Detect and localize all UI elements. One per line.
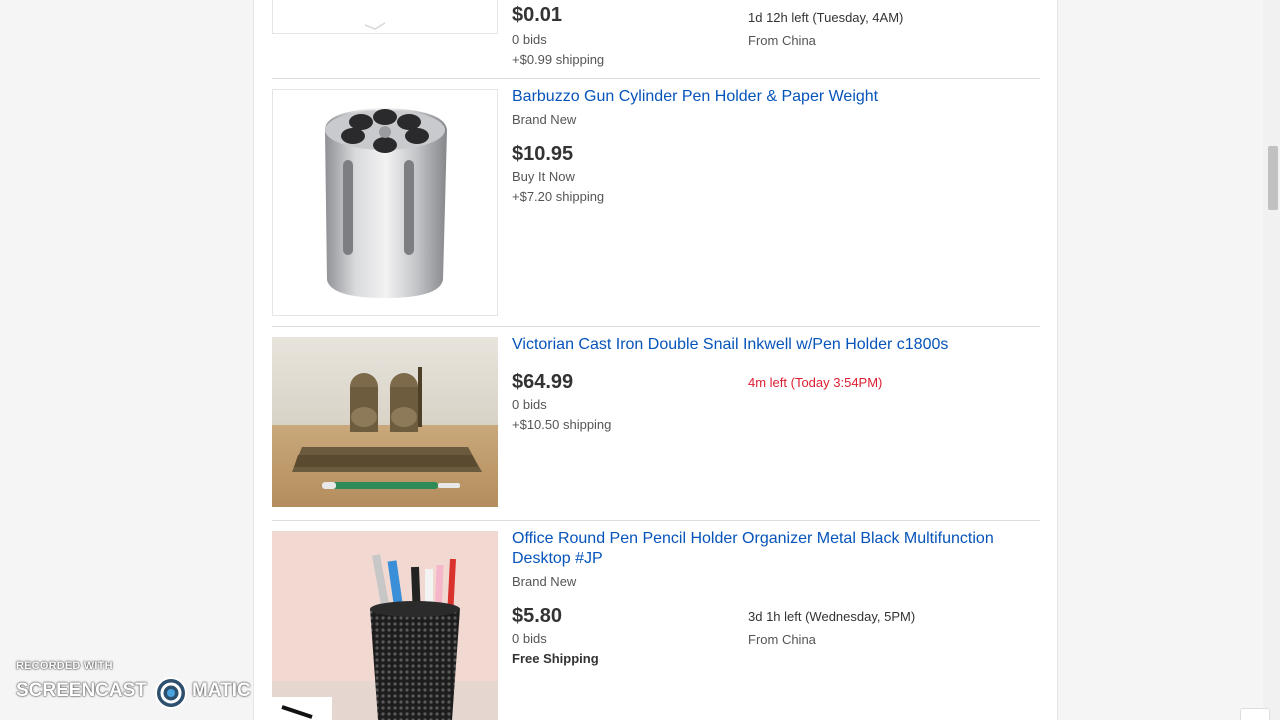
item-format: Buy It Now xyxy=(512,169,575,184)
screencast-watermark: RECORDED WITH SCREENCAST MATIC xyxy=(16,660,251,716)
list-item: $0.01 0 bids +$0.99 shipping 1d 12h left… xyxy=(272,0,1040,80)
item-title-link[interactable]: Barbuzzo Gun Cylinder Pen Holder & Paper… xyxy=(512,87,1012,107)
watermark-recorded-with: RECORDED WITH xyxy=(16,660,113,672)
watermark-screencast: SCREENCAST xyxy=(16,680,147,701)
item-image[interactable] xyxy=(272,89,498,316)
back-to-top-button[interactable] xyxy=(1240,708,1270,720)
item-condition: Brand New xyxy=(512,574,577,589)
watermark-matic: MATIC xyxy=(192,680,251,701)
item-time-left: 3d 1h left (Wednesday, 5PM) xyxy=(748,609,916,624)
item-price: $5.80 xyxy=(512,605,563,627)
item-bids: 0 bids xyxy=(512,631,547,646)
item-image[interactable] xyxy=(272,337,498,507)
list-item: Office Round Pen Pencil Holder Organizer… xyxy=(272,529,1040,720)
list-item: Victorian Cast Iron Double Snail Inkwell… xyxy=(272,335,1040,521)
item-price: $0.01 xyxy=(512,4,563,26)
item-shipping: Free Shipping xyxy=(512,651,599,666)
item-time-left: 1d 12h left (Tuesday, 4AM) xyxy=(748,10,904,25)
search-results-list: $0.01 0 bids +$0.99 shipping 1d 12h left… xyxy=(253,0,1058,720)
item-bids: 0 bids xyxy=(512,32,547,47)
gun-cylinder-pen-holder-image xyxy=(273,90,497,315)
item-condition: Brand New xyxy=(512,112,577,127)
item-divider xyxy=(272,326,1040,327)
item-shipping: +$0.99 shipping xyxy=(512,52,605,67)
item-time-left: 4m left (Today 3:54PM) xyxy=(748,375,883,390)
item-location: From China xyxy=(748,33,816,48)
page: $0.01 0 bids +$0.99 shipping 1d 12h left… xyxy=(0,0,1280,720)
item-image[interactable] xyxy=(272,0,498,34)
item-shipping: +$7.20 shipping xyxy=(512,189,605,204)
item-divider xyxy=(272,520,1040,521)
item-bids: 0 bids xyxy=(512,397,547,412)
item-price: $64.99 xyxy=(512,371,574,393)
item-divider xyxy=(272,78,1040,79)
scrollbar-thumb[interactable] xyxy=(1268,146,1278,210)
item-price: $10.95 xyxy=(512,143,574,165)
list-item: Barbuzzo Gun Cylinder Pen Holder & Paper… xyxy=(272,87,1040,327)
page-scrollbar[interactable] xyxy=(1263,0,1280,720)
item-thumbnail-graphic xyxy=(273,0,497,33)
item-image[interactable] xyxy=(272,531,498,720)
screencast-logo-icon xyxy=(155,677,187,709)
pencil-holder-image xyxy=(272,531,498,720)
item-title-link[interactable]: Victorian Cast Iron Double Snail Inkwell… xyxy=(512,335,1012,355)
snail-inkwell-image xyxy=(272,337,498,507)
item-title-link[interactable]: Office Round Pen Pencil Holder Organizer… xyxy=(512,529,1012,569)
item-shipping: +$10.50 shipping xyxy=(512,417,612,432)
item-location: From China xyxy=(748,632,816,647)
